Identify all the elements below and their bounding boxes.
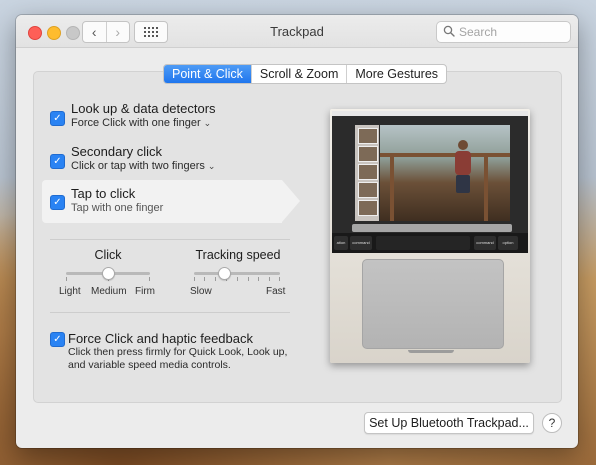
- photo-beam: [390, 157, 394, 221]
- help-button[interactable]: ?: [542, 413, 562, 433]
- thumbnail: [358, 164, 378, 180]
- photo-beam: [380, 153, 510, 157]
- look-up-menu[interactable]: Force Click with one finger ⌄: [71, 117, 211, 129]
- tap-to-click-checkbox[interactable]: ✓: [50, 195, 65, 210]
- touchbar-key: command: [350, 236, 372, 250]
- tab-bar: Point & Click Scroll & Zoom More Gesture…: [163, 64, 448, 84]
- chevron-down-icon: ⌄: [203, 118, 212, 128]
- slider-tick: [237, 277, 238, 281]
- preview-trackpad: [362, 259, 504, 349]
- preview-dock: [352, 224, 512, 232]
- force-click-description: Click then press firmly for Quick Look, …: [68, 346, 288, 371]
- touchbar-key: option: [498, 236, 518, 250]
- option-subtitle: Click or tap with two fingers: [71, 160, 205, 172]
- preferences-window: ‹ › Trackpad Search Point & Click Scroll…: [16, 15, 578, 448]
- title-bar: ‹ › Trackpad Search: [16, 15, 578, 48]
- click-min-label: Light: [59, 286, 81, 297]
- tracking-slider-knob[interactable]: [218, 267, 232, 280]
- secondary-click-menu[interactable]: Click or tap with two fingers ⌄: [71, 160, 215, 172]
- slider-tick: [248, 277, 249, 281]
- slider-tick: [204, 277, 205, 281]
- touchbar-strip: [376, 236, 470, 250]
- slider-tick: [279, 277, 280, 281]
- person-figure: [455, 140, 471, 193]
- option-title: Look up & data detectors: [71, 101, 216, 116]
- tracking-slider-label: Tracking speed: [195, 248, 281, 262]
- tracking-min-label: Slow: [190, 286, 212, 297]
- secondary-click-checkbox[interactable]: ✓: [50, 154, 65, 169]
- tracking-max-label: Fast: [266, 286, 286, 297]
- slider-tick: [258, 277, 259, 281]
- thumbnail: [358, 182, 378, 198]
- touchbar-key: command: [474, 236, 496, 250]
- thumbnail: [358, 128, 378, 144]
- touchbar-key: ation: [334, 236, 348, 250]
- option-subtitle: Force Click with one finger: [71, 117, 201, 129]
- preview-touch-bar: ation command command option: [332, 233, 528, 253]
- option-subtitle: Tap with one finger: [71, 202, 164, 214]
- selected-option-arrow: [282, 180, 300, 222]
- slider-tick: [215, 277, 216, 281]
- divider: [50, 312, 290, 313]
- click-slider-knob[interactable]: [102, 267, 115, 280]
- option-title: Tap to click: [71, 186, 136, 201]
- preview-photo: [380, 125, 510, 221]
- look-up-checkbox[interactable]: ✓: [50, 111, 65, 126]
- tab-scroll-and-zoom[interactable]: Scroll & Zoom: [250, 65, 347, 83]
- search-field[interactable]: Search: [436, 21, 571, 43]
- preview-laptop-lip: [408, 350, 454, 353]
- setup-bluetooth-trackpad-button[interactable]: Set Up Bluetooth Trackpad...: [364, 412, 534, 434]
- preview-thumbnails: [355, 125, 379, 221]
- click-max-label: Firm: [135, 286, 155, 297]
- slider-tick: [194, 277, 195, 281]
- search-icon: [443, 25, 455, 37]
- divider: [50, 239, 290, 240]
- preview-screen: [332, 111, 528, 233]
- tracking-slider-track: [194, 272, 280, 275]
- force-click-label: Force Click and haptic feedback: [68, 331, 253, 346]
- slider-tick: [149, 277, 150, 281]
- thumbnail: [358, 200, 378, 216]
- photo-beam: [484, 157, 488, 221]
- search-placeholder: Search: [459, 25, 498, 39]
- gesture-preview: ation command command option: [330, 109, 530, 363]
- slider-tick: [269, 277, 270, 281]
- preview-menubar: [332, 111, 528, 116]
- option-title: Secondary click: [71, 144, 163, 159]
- click-slider-label: Click: [94, 248, 122, 262]
- thumbnail: [358, 146, 378, 162]
- tab-point-and-click[interactable]: Point & Click: [164, 65, 251, 83]
- chevron-down-icon: ⌄: [207, 161, 216, 171]
- slider-tick: [66, 277, 67, 281]
- tab-more-gestures[interactable]: More Gestures: [346, 65, 446, 83]
- click-mid-label: Medium: [91, 286, 127, 297]
- force-click-checkbox[interactable]: ✓: [50, 332, 65, 347]
